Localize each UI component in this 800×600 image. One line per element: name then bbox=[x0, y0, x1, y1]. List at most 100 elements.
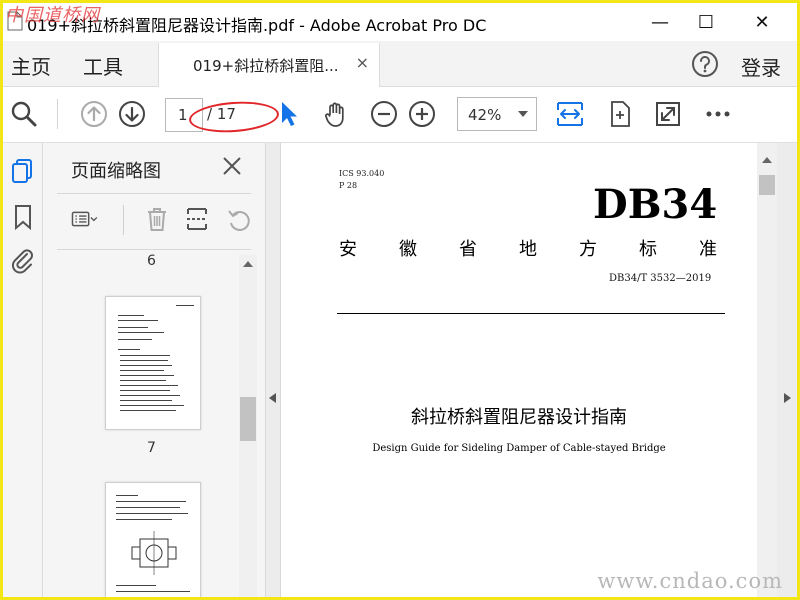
document-title-en: Design Guide for Sideling Damper of Cabl… bbox=[372, 443, 666, 454]
help-icon[interactable] bbox=[691, 50, 719, 78]
thumbnail-text-line bbox=[120, 380, 166, 381]
thumbnail-text-line bbox=[118, 349, 140, 350]
document-title-cn: 斜拉桥斜置阻尼器设计指南 bbox=[411, 407, 627, 428]
app-window: 019+斜拉桥斜置阻尼器设计指南.pdf - Adobe Acrobat Pro… bbox=[0, 0, 800, 600]
hand-tool-icon[interactable] bbox=[321, 99, 351, 129]
tab-close-icon[interactable]: × bbox=[356, 53, 369, 72]
panel-divider bbox=[57, 249, 251, 250]
db-code: DB34 bbox=[593, 181, 718, 228]
thumbnail-text-line bbox=[116, 585, 156, 586]
search-icon[interactable] bbox=[9, 99, 39, 129]
thumbnail-text-line bbox=[116, 597, 184, 598]
scrollbar-thumb[interactable] bbox=[759, 175, 775, 195]
thumbnail-text-line bbox=[118, 332, 164, 333]
zoom-in-icon[interactable] bbox=[407, 99, 437, 129]
thumbnail-text-line bbox=[120, 395, 180, 396]
bookmark-icon[interactable] bbox=[9, 203, 37, 231]
thumbnail-text-line bbox=[116, 501, 186, 502]
page-thumbnail-7[interactable] bbox=[105, 296, 201, 430]
thumbnail-drawing bbox=[131, 531, 177, 575]
thumbnail-scrollbar[interactable] bbox=[239, 255, 257, 597]
thumbnail-panel: 页面缩略图 6 7 bbox=[43, 143, 265, 598]
thumbnail-text-line bbox=[120, 360, 168, 361]
panel-divider bbox=[57, 193, 251, 194]
thumbnail-text-line bbox=[120, 385, 178, 386]
left-navigation-rail bbox=[3, 143, 43, 597]
standard-type-char: 准 bbox=[699, 239, 717, 260]
thumbnail-text-line bbox=[120, 355, 170, 356]
zoom-value: 42% bbox=[468, 106, 502, 124]
rotate-view-icon[interactable] bbox=[605, 99, 635, 129]
login-link[interactable]: 登录 bbox=[741, 52, 781, 81]
panel-splitter[interactable] bbox=[265, 143, 281, 597]
chevron-left-icon[interactable] bbox=[269, 393, 276, 403]
more-options-icon[interactable] bbox=[703, 99, 733, 129]
standard-type-char: 方 bbox=[579, 239, 597, 260]
toolbar-separator bbox=[57, 99, 58, 129]
panel-tools-separator bbox=[123, 205, 124, 235]
panel-title: 页面缩略图 bbox=[71, 161, 161, 182]
thumbnail-text-line bbox=[116, 519, 172, 520]
page-thumbnails-icon[interactable] bbox=[9, 157, 37, 185]
tools-menu[interactable]: 工具 bbox=[83, 51, 123, 80]
standard-type-char: 标 bbox=[639, 239, 657, 260]
maximize-button[interactable]: ☐ bbox=[683, 3, 729, 41]
thumbnail-label: 7 bbox=[147, 440, 156, 456]
zoom-out-icon[interactable] bbox=[369, 99, 399, 129]
watermark-bottom-right: www.cndao.com bbox=[597, 569, 783, 593]
thumbnail-text-line bbox=[120, 390, 170, 391]
previous-page-icon[interactable] bbox=[79, 99, 109, 129]
standard-type-char: 省 bbox=[459, 239, 477, 260]
thumbnail-text-line bbox=[120, 410, 176, 411]
document-scrollbar[interactable] bbox=[757, 143, 777, 597]
close-icon[interactable] bbox=[221, 155, 243, 177]
home-menu[interactable]: 主页 bbox=[11, 51, 51, 80]
thumbnail-text-line bbox=[116, 495, 138, 496]
thumbnail-text-line bbox=[116, 507, 180, 508]
scroll-up-icon[interactable] bbox=[243, 261, 253, 267]
scroll-up-icon[interactable] bbox=[762, 157, 772, 163]
thumbnail-text-line bbox=[118, 339, 152, 340]
close-button[interactable]: ✕ bbox=[739, 3, 785, 41]
document-tab[interactable]: 019+斜拉桥斜置阻... × bbox=[158, 43, 380, 87]
standard-type-char: 地 bbox=[519, 239, 537, 260]
zoom-dropdown[interactable]: 42% bbox=[457, 97, 537, 131]
scrollbar-thumb[interactable] bbox=[240, 397, 256, 441]
thumbnail-text-line bbox=[116, 591, 190, 592]
fit-page-icon[interactable] bbox=[555, 99, 585, 129]
thumbnail-text-line bbox=[118, 315, 144, 316]
standard-type-char: 安 bbox=[339, 239, 357, 260]
trash-icon[interactable] bbox=[143, 205, 171, 233]
minimize-button[interactable]: — bbox=[637, 3, 683, 41]
full-screen-icon[interactable] bbox=[653, 99, 683, 129]
document-tab-label: 019+斜拉桥斜置阻... bbox=[193, 57, 339, 75]
attachment-icon[interactable] bbox=[9, 247, 37, 275]
standard-type: 安 徽 省 地 方 标 准 bbox=[339, 235, 717, 261]
undo-icon[interactable] bbox=[225, 205, 253, 233]
document-page: ICS 93.040 P 28 DB34 安 徽 省 地 方 标 准 DB34/… bbox=[281, 143, 757, 597]
options-menu-icon[interactable] bbox=[71, 205, 99, 233]
page-thumbnail-8[interactable] bbox=[105, 482, 201, 598]
thumbnail-text-line bbox=[118, 320, 158, 321]
next-page-icon[interactable] bbox=[117, 99, 147, 129]
p-code: P 28 bbox=[339, 181, 358, 190]
toolbar: 1 / 17 42% bbox=[3, 87, 797, 143]
standard-type-char: 徽 bbox=[399, 239, 417, 260]
thumbnail-text-line bbox=[120, 370, 164, 371]
ics-code: ICS 93.040 bbox=[339, 169, 385, 178]
thumbnail-text-line bbox=[120, 400, 172, 401]
thumbnail-text-line bbox=[120, 375, 174, 376]
watermark-top-left: 中国道桥网 bbox=[5, 5, 100, 26]
insert-page-icon[interactable] bbox=[183, 205, 211, 233]
thumbnail-text-line bbox=[116, 513, 188, 514]
thumbnail-text-line bbox=[120, 405, 184, 406]
chevron-right-icon[interactable] bbox=[784, 393, 791, 403]
right-panel-splitter[interactable] bbox=[777, 143, 797, 597]
panel-tools bbox=[71, 205, 261, 235]
thumbnail-text-line bbox=[120, 365, 172, 366]
select-cursor-icon[interactable] bbox=[275, 99, 305, 129]
title-bar: 019+斜拉桥斜置阻尼器设计指南.pdf - Adobe Acrobat Pro… bbox=[3, 3, 797, 41]
thumbnail-text-line bbox=[118, 327, 148, 328]
tab-bar: 主页 工具 019+斜拉桥斜置阻... × 登录 bbox=[3, 41, 797, 87]
chevron-down-icon bbox=[518, 111, 528, 117]
